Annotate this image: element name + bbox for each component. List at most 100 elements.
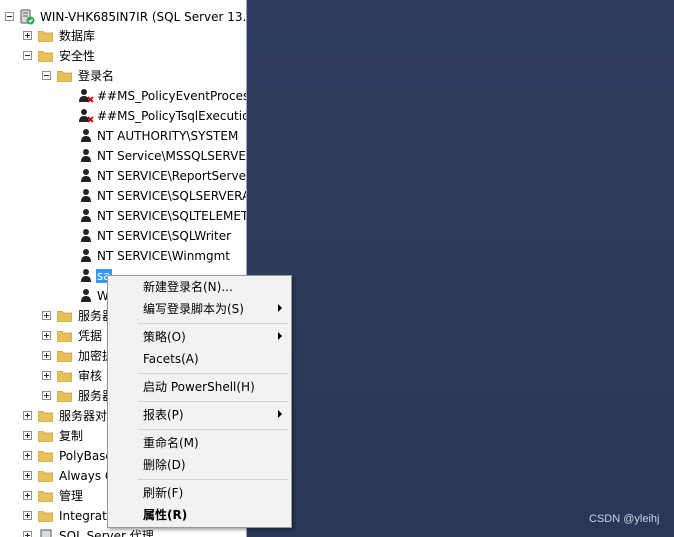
server-label: WIN-VHK685IN7IR (SQL Server 13.: [40, 10, 247, 24]
tree-node-label: PolyBase: [59, 449, 113, 463]
tree-node-label: Always C: [59, 469, 114, 483]
folder-icon: [57, 371, 72, 382]
watermark: CSDN @yleihj: [589, 513, 660, 525]
folder-icon: [38, 471, 53, 482]
tree-node-label: 复制: [59, 429, 84, 443]
expand-icon[interactable]: [42, 331, 51, 340]
menu-separator: [138, 479, 288, 480]
login-name: NT SERVICE\Winmgmt: [97, 249, 230, 263]
collapse-server-icon[interactable]: [5, 12, 14, 21]
disabled-user-icon: [79, 89, 94, 103]
expand-icon[interactable]: [42, 311, 51, 320]
menu-separator: [138, 429, 288, 430]
tree-node-label: 安全性: [59, 49, 96, 63]
login-name: NT Service\MSSQLSERVE: [97, 149, 246, 163]
menu-item-properties[interactable]: 属性(R): [108, 504, 291, 526]
folder-icon: [38, 451, 53, 462]
folder-icon: [38, 431, 53, 442]
menu-item-start-powershell[interactable]: 启动 PowerShell(H): [108, 376, 291, 398]
menu-item-label: 编写登录脚本为(S): [143, 302, 244, 316]
login-name: NT AUTHORITY\SYSTEM: [97, 129, 239, 143]
login-name: ##MS_PolicyEventProcess: [97, 89, 247, 103]
menu-item-label: 报表(P): [143, 408, 184, 422]
expand-icon[interactable]: [42, 391, 51, 400]
login-item[interactable]: NT SERVICE\ReportServe: [0, 166, 246, 186]
folder-icon: [38, 511, 53, 522]
expand-icon[interactable]: [23, 431, 32, 440]
expand-icon[interactable]: [42, 351, 51, 360]
user-icon: [81, 169, 91, 182]
menu-item-script-login-as[interactable]: 编写登录脚本为(S): [108, 298, 291, 320]
menu-item-label: 新建登录名(N)...: [143, 280, 233, 294]
login-item[interactable]: NT SERVICE\Winmgmt: [0, 246, 246, 266]
menu-separator: [138, 323, 288, 324]
tree-node-label: 登录名: [78, 69, 115, 83]
login-name: NT SERVICE\SQLWriter: [97, 229, 232, 243]
tree-node-label: 凭据: [78, 329, 103, 343]
tree-node-label: 数据库: [59, 29, 96, 43]
folder-icon: [57, 71, 72, 82]
login-item[interactable]: NT AUTHORITY\SYSTEM: [0, 126, 246, 146]
tree-node-security[interactable]: 安全性: [0, 46, 246, 66]
workspace-background: [247, 0, 674, 537]
expand-icon[interactable]: [23, 491, 32, 500]
login-item[interactable]: NT Service\MSSQLSERVE: [0, 146, 246, 166]
login-name: NT SERVICE\SQLSERVERA: [97, 189, 247, 203]
login-item[interactable]: NT SERVICE\SQLWriter: [0, 226, 246, 246]
folder-icon: [57, 311, 72, 322]
folder-icon: [38, 31, 53, 42]
user-icon: [81, 189, 91, 202]
login-name: NT SERVICE\ReportServe: [97, 169, 246, 183]
login-name: NT SERVICE\SQLTELEMET: [97, 209, 247, 223]
menu-item-reports[interactable]: 报表(P): [108, 404, 291, 426]
menu-item-refresh[interactable]: 刷新(F): [108, 482, 291, 504]
tree-node-server[interactable]: WIN-VHK685IN7IR (SQL Server 13.: [0, 7, 246, 27]
agent-icon: [40, 529, 52, 537]
tree-node-label: 管理: [59, 489, 84, 503]
expand-icon[interactable]: [23, 31, 32, 40]
menu-item-label: 重命名(M): [143, 436, 199, 450]
collapse-icon[interactable]: [23, 51, 32, 60]
menu-separator: [138, 373, 288, 374]
user-icon: [81, 289, 91, 302]
expand-icon[interactable]: [23, 411, 32, 420]
expand-icon[interactable]: [23, 471, 32, 480]
menu-separator: [138, 401, 288, 402]
expand-icon[interactable]: [23, 451, 32, 460]
menu-item-label: 删除(D): [143, 458, 186, 472]
user-icon: [81, 209, 91, 222]
expand-icon[interactable]: [23, 511, 32, 520]
login-item[interactable]: NT SERVICE\SQLSERVERA: [0, 186, 246, 206]
collapse-icon[interactable]: [42, 71, 51, 80]
tree-node-databases[interactable]: 数据库: [0, 26, 246, 46]
user-icon: [81, 269, 91, 282]
login-item[interactable]: NT SERVICE\SQLTELEMET: [0, 206, 246, 226]
server-icon: [20, 9, 35, 25]
login-name: ##MS_PolicyTsqlExecution: [97, 109, 247, 123]
user-icon: [81, 149, 91, 162]
menu-item-label: 策略(O): [143, 330, 186, 344]
menu-item-label: 属性(R): [143, 508, 188, 522]
tree-node-label: 审核: [78, 369, 103, 383]
login-item[interactable]: ##MS_PolicyEventProcess: [0, 86, 246, 106]
menu-item-new-login[interactable]: 新建登录名(N)...: [108, 276, 291, 298]
folder-icon: [57, 391, 72, 402]
user-icon: [81, 129, 91, 142]
menu-item-facets[interactable]: Facets(A): [108, 348, 291, 370]
menu-item-label: 启动 PowerShell(H): [143, 380, 255, 394]
user-icon: [81, 229, 91, 242]
menu-item-label: 刷新(F): [143, 486, 184, 500]
submenu-arrow-icon: [278, 410, 282, 418]
context-menu[interactable]: 新建登录名(N)... 编写登录脚本为(S) 策略(O) Facets(A) 启…: [107, 275, 292, 528]
menu-item-policies[interactable]: 策略(O): [108, 326, 291, 348]
menu-item-label: Facets(A): [143, 352, 199, 366]
menu-item-delete[interactable]: 删除(D): [108, 454, 291, 476]
menu-item-rename[interactable]: 重命名(M): [108, 432, 291, 454]
login-item[interactable]: ##MS_PolicyTsqlExecution: [0, 106, 246, 126]
folder-icon: [57, 351, 72, 362]
tree-node-label: SQL Server 代理: [59, 529, 154, 537]
tree-node-logins[interactable]: 登录名: [0, 66, 246, 86]
expand-icon[interactable]: [42, 371, 51, 380]
submenu-arrow-icon: [278, 304, 282, 312]
expand-icon[interactable]: [23, 531, 32, 537]
